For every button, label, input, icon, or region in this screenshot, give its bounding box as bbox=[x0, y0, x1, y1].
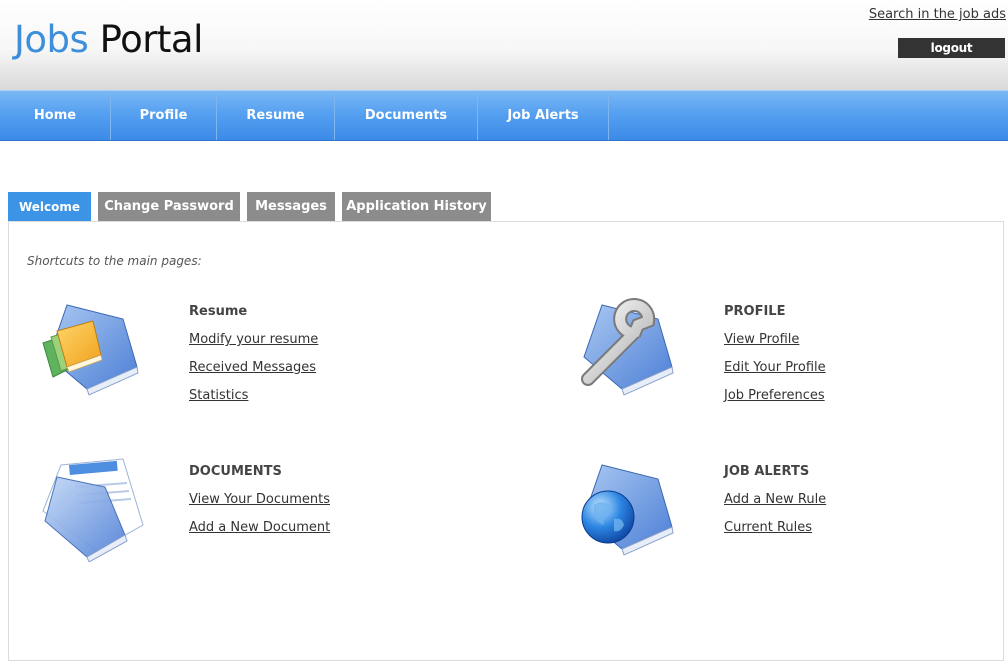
nav-item-home[interactable]: Home bbox=[0, 91, 111, 140]
tab-welcome[interactable]: Welcome bbox=[8, 192, 91, 222]
section-title-job-alerts: JOB ALERTS bbox=[724, 464, 810, 479]
logo-jobs: Jobs bbox=[14, 18, 89, 61]
link-received-messages[interactable]: Received Messages bbox=[189, 360, 316, 375]
tab-messages[interactable]: Messages bbox=[247, 192, 335, 222]
link-job-preferences[interactable]: Job Preferences bbox=[724, 388, 825, 403]
books-icon[interactable] bbox=[39, 297, 144, 397]
main-nav: Home Profile Resume Documents Job Alerts bbox=[0, 90, 1008, 141]
link-modify-resume[interactable]: Modify your resume bbox=[189, 332, 318, 347]
link-view-documents[interactable]: View Your Documents bbox=[189, 492, 330, 507]
header: Jobs Portal Search in the job ads logout bbox=[0, 0, 1008, 90]
link-add-document[interactable]: Add a New Document bbox=[189, 520, 330, 535]
section-title-resume: Resume bbox=[189, 304, 248, 319]
nav-item-profile[interactable]: Profile bbox=[111, 91, 217, 140]
section-title-documents: DOCUMENTS bbox=[189, 464, 282, 479]
shortcuts-intro: Shortcuts to the main pages: bbox=[27, 254, 202, 268]
tab-application-history[interactable]: Application History bbox=[342, 192, 491, 222]
document-book-icon[interactable] bbox=[39, 457, 149, 562]
search-job-ads-link[interactable]: Search in the job ads bbox=[869, 7, 1006, 22]
section-title-profile: PROFILE bbox=[724, 304, 786, 319]
logout-button[interactable]: logout bbox=[898, 38, 1005, 58]
tab-change-password[interactable]: Change Password bbox=[98, 192, 240, 222]
nav-item-documents[interactable]: Documents bbox=[335, 91, 478, 140]
nav-item-resume[interactable]: Resume bbox=[217, 91, 335, 140]
link-edit-profile[interactable]: Edit Your Profile bbox=[724, 360, 826, 375]
logo-portal: Portal bbox=[99, 18, 204, 61]
welcome-panel: Shortcuts to the main pages: Resume Modi… bbox=[8, 221, 1004, 661]
site-logo[interactable]: Jobs Portal bbox=[14, 18, 203, 62]
nav-item-job-alerts[interactable]: Job Alerts bbox=[478, 91, 609, 140]
globe-book-icon[interactable] bbox=[574, 457, 679, 557]
link-statistics[interactable]: Statistics bbox=[189, 388, 248, 403]
link-view-profile[interactable]: View Profile bbox=[724, 332, 799, 347]
link-current-rules[interactable]: Current Rules bbox=[724, 520, 812, 535]
wrench-book-icon[interactable] bbox=[574, 297, 679, 397]
link-add-new-rule[interactable]: Add a New Rule bbox=[724, 492, 826, 507]
